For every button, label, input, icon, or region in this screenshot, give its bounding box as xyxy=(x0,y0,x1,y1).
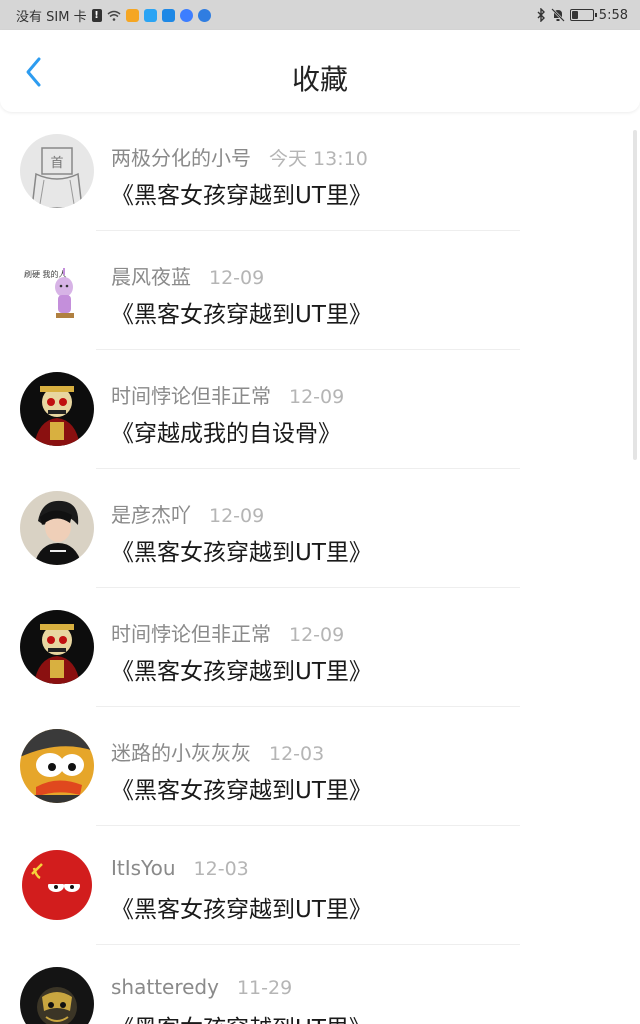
sim-warning-icon: ! xyxy=(91,8,102,22)
username[interactable]: 晨风夜蓝 xyxy=(111,261,191,290)
username[interactable]: 是彦杰吖 xyxy=(111,499,191,528)
avatar[interactable] xyxy=(20,491,94,565)
avatar[interactable]: 刷硬 我的人 xyxy=(20,253,94,327)
avatar-image: 刷硬 我的人 xyxy=(20,253,94,327)
favorite-meta: 晨风夜蓝 12-09 xyxy=(111,261,264,290)
favorite-title[interactable]: 《黑客女孩穿越到UT里》 xyxy=(111,890,372,924)
favorite-meta: ItIsYou 12-03 xyxy=(111,856,249,880)
avatar[interactable] xyxy=(20,372,94,446)
favorite-date: 12-09 xyxy=(209,267,265,289)
svg-text:首: 首 xyxy=(50,156,63,171)
avatar-image xyxy=(20,372,94,446)
favorite-item[interactable]: 首 两极分化的小号 今天 13:10 《黑客女孩穿越到UT里》 xyxy=(0,112,640,231)
favorite-date: 12-03 xyxy=(193,858,249,880)
favorite-title[interactable]: 《黑客女孩穿越到UT里》 xyxy=(111,176,372,210)
favorite-item[interactable]: 刷硬 我的人 晨风夜蓝 12-09 《黑客女孩穿越到UT里》 xyxy=(0,231,640,350)
favorite-meta: 迷路的小灰灰灰 12-03 xyxy=(111,737,324,766)
battery-fill xyxy=(571,11,579,19)
username[interactable]: 时间悖论但非正常 xyxy=(111,618,271,647)
favorite-date: 今天 13:10 xyxy=(269,148,368,170)
favorite-item[interactable]: 迷路的小灰灰灰 12-03 《黑客女孩穿越到UT里》 xyxy=(0,707,640,826)
avatar-image xyxy=(20,729,94,803)
clock: 5:58 xyxy=(598,7,628,23)
favorite-title[interactable]: 《黑客女孩穿越到UT里》 xyxy=(111,1009,372,1024)
wifi-icon xyxy=(107,10,121,21)
favorite-item[interactable]: shatteredy 11-29 《黑客女孩穿越到UT里》 xyxy=(0,945,640,1024)
bluetooth-icon xyxy=(537,8,545,22)
favorite-meta: 时间悖论但非正常 12-09 xyxy=(111,618,344,647)
favorite-meta: 是彦杰吖 12-09 xyxy=(111,499,264,528)
username[interactable]: 迷路的小灰灰灰 xyxy=(111,737,251,766)
favorite-date: 12-03 xyxy=(269,743,325,765)
mute-bell-icon xyxy=(550,8,565,22)
favorite-title[interactable]: 《穿越成我的自设骨》 xyxy=(111,414,341,448)
favorite-meta: 两极分化的小号 今天 13:10 xyxy=(111,142,368,171)
status-right: 5:58 xyxy=(536,8,628,23)
game-app-icon xyxy=(125,8,139,22)
avatar[interactable] xyxy=(20,610,94,684)
favorite-title[interactable]: 《黑客女孩穿越到UT里》 xyxy=(111,533,372,567)
favorite-meta: 时间悖论但非正常 12-09 xyxy=(111,380,344,409)
music-app-icon xyxy=(179,8,193,22)
favorites-list: 首两极分化的小号 今天 13:10 《黑客女孩穿越到UT里》 刷硬 我的人 晨风夜蓝 12… xyxy=(0,112,640,1024)
username[interactable]: ItIsYou xyxy=(111,856,176,880)
avatar[interactable]: 首 xyxy=(20,134,94,208)
favorite-date: 12-09 xyxy=(209,505,265,527)
favorite-meta: shatteredy 11-29 xyxy=(111,975,292,999)
avatar[interactable] xyxy=(20,967,94,1024)
status-bar: 没有 SIM 卡 ! 5:58 xyxy=(0,0,640,30)
avatar-image: 首 xyxy=(20,134,94,208)
favorite-date: 12-09 xyxy=(289,386,345,408)
favorite-title[interactable]: 《黑客女孩穿越到UT里》 xyxy=(111,652,372,686)
avatar-image xyxy=(20,610,94,684)
username[interactable]: 两极分化的小号 xyxy=(111,142,251,171)
qq-alt-app-icon xyxy=(161,8,175,22)
favorite-date: 12-09 xyxy=(289,624,345,646)
avatar[interactable] xyxy=(20,729,94,803)
favorite-date: 11-29 xyxy=(236,977,293,999)
page-title: 收藏 xyxy=(291,63,348,96)
status-left: 没有 SIM 卡 ! xyxy=(16,6,211,25)
qq-app-icon xyxy=(143,8,157,22)
favorite-item[interactable]: 时间悖论但非正常 12-09 《黑客女孩穿越到UT里》 xyxy=(0,588,640,707)
username[interactable]: 时间悖论但非正常 xyxy=(111,380,271,409)
favorite-item[interactable]: 时间悖论但非正常 12-09 《穿越成我的自设骨》 xyxy=(0,350,640,469)
avatar-image xyxy=(20,848,94,922)
favorite-title[interactable]: 《黑客女孩穿越到UT里》 xyxy=(111,295,372,329)
favorite-item[interactable]: ItIsYou 12-03 《黑客女孩穿越到UT里》 xyxy=(0,826,640,945)
username[interactable]: shatteredy xyxy=(111,975,219,999)
favorite-title[interactable]: 《黑客女孩穿越到UT里》 xyxy=(111,771,372,805)
avatar-image xyxy=(20,491,94,565)
carrier-label: 没有 SIM 卡 xyxy=(16,9,87,25)
favorite-item[interactable]: 是彦杰吖 12-09 《黑客女孩穿越到UT里》 xyxy=(0,469,640,588)
svg-text:刷硬 我的人: 刷硬 我的人 xyxy=(24,269,67,279)
browser-app-icon xyxy=(197,8,211,22)
avatar-image xyxy=(20,967,94,1024)
avatar[interactable] xyxy=(20,848,94,922)
battery-icon xyxy=(569,9,597,21)
app-header: 收藏 xyxy=(0,30,640,112)
